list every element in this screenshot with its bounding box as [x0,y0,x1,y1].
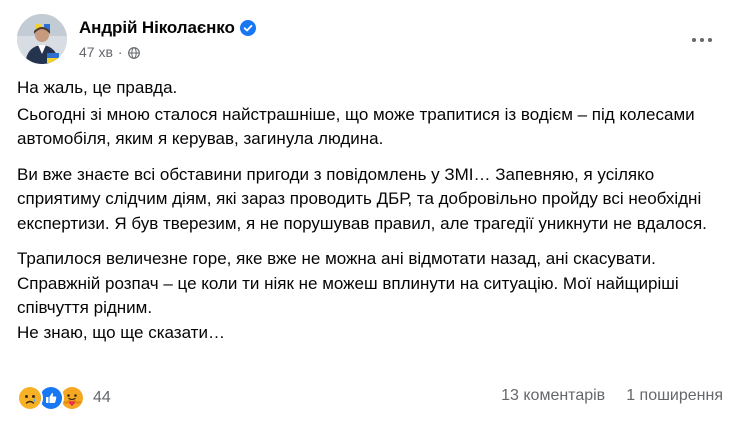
post-header: Андрій Ніколаєнко 47 хв · [17,14,726,64]
post-text: На жаль, це правда. Сьогодні зі мною ста… [17,76,726,345]
engagement-stats: 13 коментарів 1 поширення [501,387,723,405]
avatar[interactable] [17,14,67,64]
more-dot [700,38,704,42]
more-dot [708,38,712,42]
meta-separator: · [117,44,123,60]
post-footer: 44 13 коментарів 1 поширення [17,385,723,415]
stats-spacer [605,387,626,405]
comments-count-link[interactable]: 13 коментарів [501,387,605,405]
post-meta: 47 хв · [79,44,140,60]
reaction-count[interactable]: 44 [93,389,111,407]
facebook-post: Андрій Ніколаєнко 47 хв · На жаль, це пр… [0,0,740,425]
reaction-summary[interactable]: 44 [17,385,111,411]
more-options-icon[interactable] [684,22,720,58]
post-paragraph-4: Трапилося величезне горе, яке вже не мож… [17,249,679,317]
post-paragraph-2: Сьогодні зі мною сталося найстрашніше, щ… [17,104,695,149]
post-time[interactable]: 47 хв [79,44,113,60]
post-paragraph-1: На жаль, це правда. [17,78,178,97]
sad-reaction-icon [17,385,43,411]
avatar-image [17,14,67,64]
shares-count-link[interactable]: 1 поширення [626,387,723,405]
verified-badge-icon [239,20,256,36]
author-line: Андрій Ніколаєнко [79,18,256,38]
post-paragraph-3: Ви вже знаєте всі обставини пригоди з по… [17,164,707,233]
author-name[interactable]: Андрій Ніколаєнко [79,18,235,38]
globe-icon[interactable] [127,46,140,59]
more-dot [692,38,696,42]
post-paragraph-5: Не знаю, що ще сказати… [17,322,225,342]
